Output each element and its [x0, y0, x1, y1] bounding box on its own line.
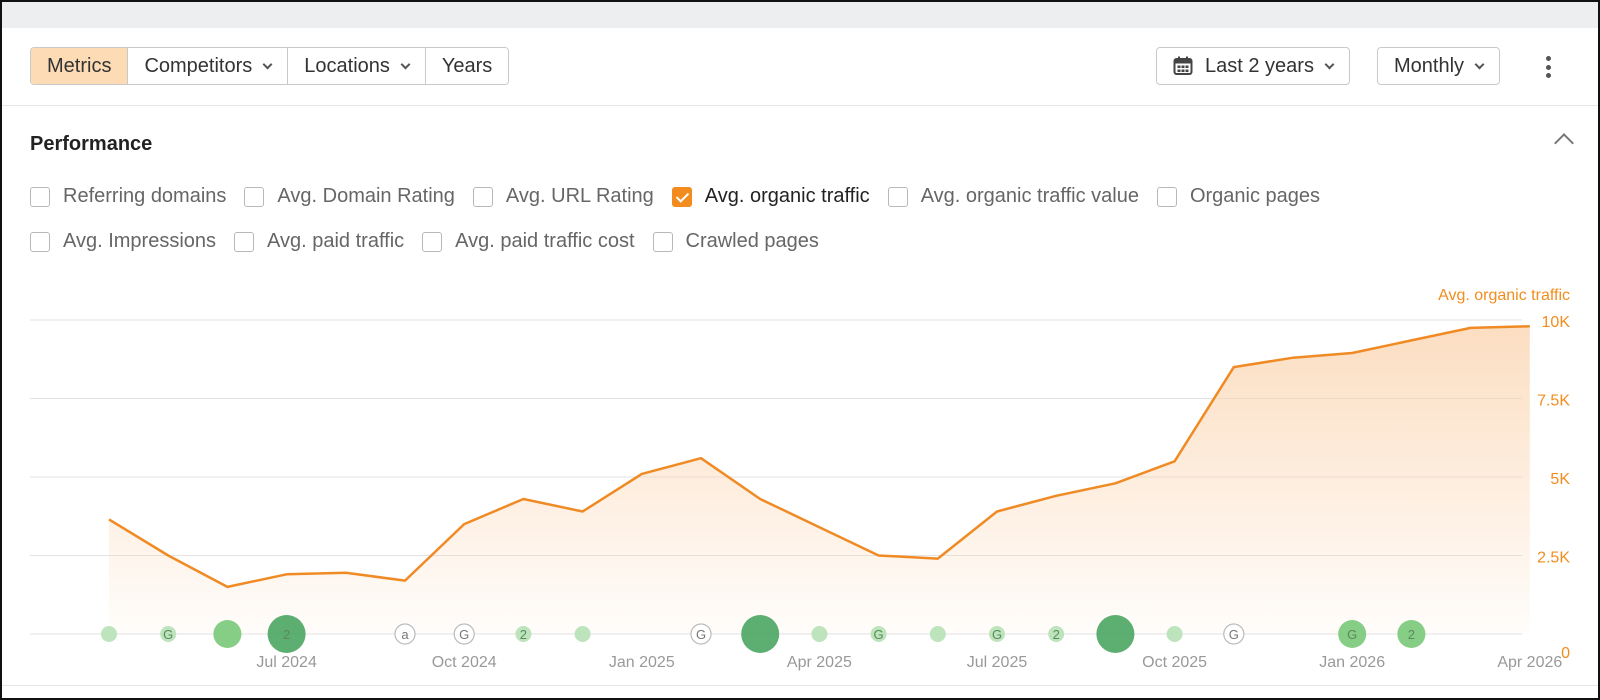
annotation-marker-circle [811, 626, 828, 642]
annotation-marker-label: a [401, 627, 409, 642]
x-tick-label: Oct 2025 [1142, 654, 1207, 671]
annotation-marker-label: G [874, 627, 884, 642]
annotation-marker: G [160, 626, 177, 642]
annotation-marker [213, 620, 242, 648]
x-tick-label: Jul 2024 [256, 654, 317, 671]
annotation-marker: G [453, 623, 475, 645]
annotation-marker: G [989, 626, 1005, 642]
annotation-marker-label: G [696, 627, 706, 642]
y-tick-label: 0 [1561, 645, 1570, 662]
annotation-marker: G [1223, 623, 1245, 645]
y-tick-label: 2.5K [1537, 550, 1570, 567]
annotation-marker-label: G [1229, 627, 1239, 642]
annotation-marker [574, 626, 591, 642]
x-tick-label: Jan 2025 [609, 654, 675, 671]
section-divider [2, 685, 1598, 686]
annotation-marker-label: 2 [1408, 627, 1415, 642]
annotation-marker [1096, 615, 1135, 653]
annotation-marker-label: 2 [520, 627, 527, 642]
x-tick-label: Jul 2025 [967, 654, 1028, 671]
annotation-marker: 2 [267, 615, 306, 653]
annotation-marker-label: G [163, 627, 173, 642]
annotation-marker-circle [1166, 626, 1183, 642]
series-area [109, 326, 1530, 634]
annotation-marker [929, 626, 946, 642]
annotation-marker-circle [574, 626, 591, 642]
annotation-marker-label: G [1347, 627, 1357, 642]
y-tick-label: 7.5K [1537, 393, 1570, 410]
x-tick-label: Apr 2026 [1497, 654, 1562, 671]
annotation-marker: 2 [1397, 620, 1426, 648]
x-tick-label: Jan 2026 [1319, 654, 1385, 671]
annotation-marker: a [394, 623, 416, 645]
annotation-marker: 2 [1048, 626, 1065, 642]
y-axis-title: Avg. organic traffic [1438, 287, 1570, 304]
traffic-chart: G 2 a G 2 G G G 2 G G 2 0 2.5K 5K 7.5K 10K Avg. organic … [30, 287, 1571, 671]
annotation-marker [811, 626, 828, 642]
annotation-marker [101, 626, 117, 642]
annotation-marker-label: G [459, 627, 469, 642]
annotation-marker [1166, 626, 1183, 642]
annotation-marker-circle [929, 626, 946, 642]
x-tick-label: Apr 2025 [787, 654, 852, 671]
y-tick-label: 5K [1550, 471, 1570, 488]
annotation-marker: G [1338, 620, 1367, 648]
annotation-marker-circle [213, 620, 242, 648]
annotation-marker-label: 2 [1053, 627, 1060, 642]
annotation-marker-circle [1096, 615, 1135, 653]
annotation-marker: 2 [515, 626, 532, 642]
annotation-marker-label: G [992, 627, 1002, 642]
annotation-marker-circle [101, 626, 117, 642]
x-tick-label: Oct 2024 [432, 654, 497, 671]
y-tick-label: 10K [1542, 314, 1571, 331]
annotation-marker-circle [741, 615, 780, 653]
annotation-marker-label: 2 [283, 627, 290, 642]
annotation-marker [741, 615, 780, 653]
app-frame: Metrics Competitors Locations Years Last… [0, 0, 1600, 700]
annotation-marker: G [690, 623, 712, 645]
annotation-marker: G [870, 626, 887, 642]
